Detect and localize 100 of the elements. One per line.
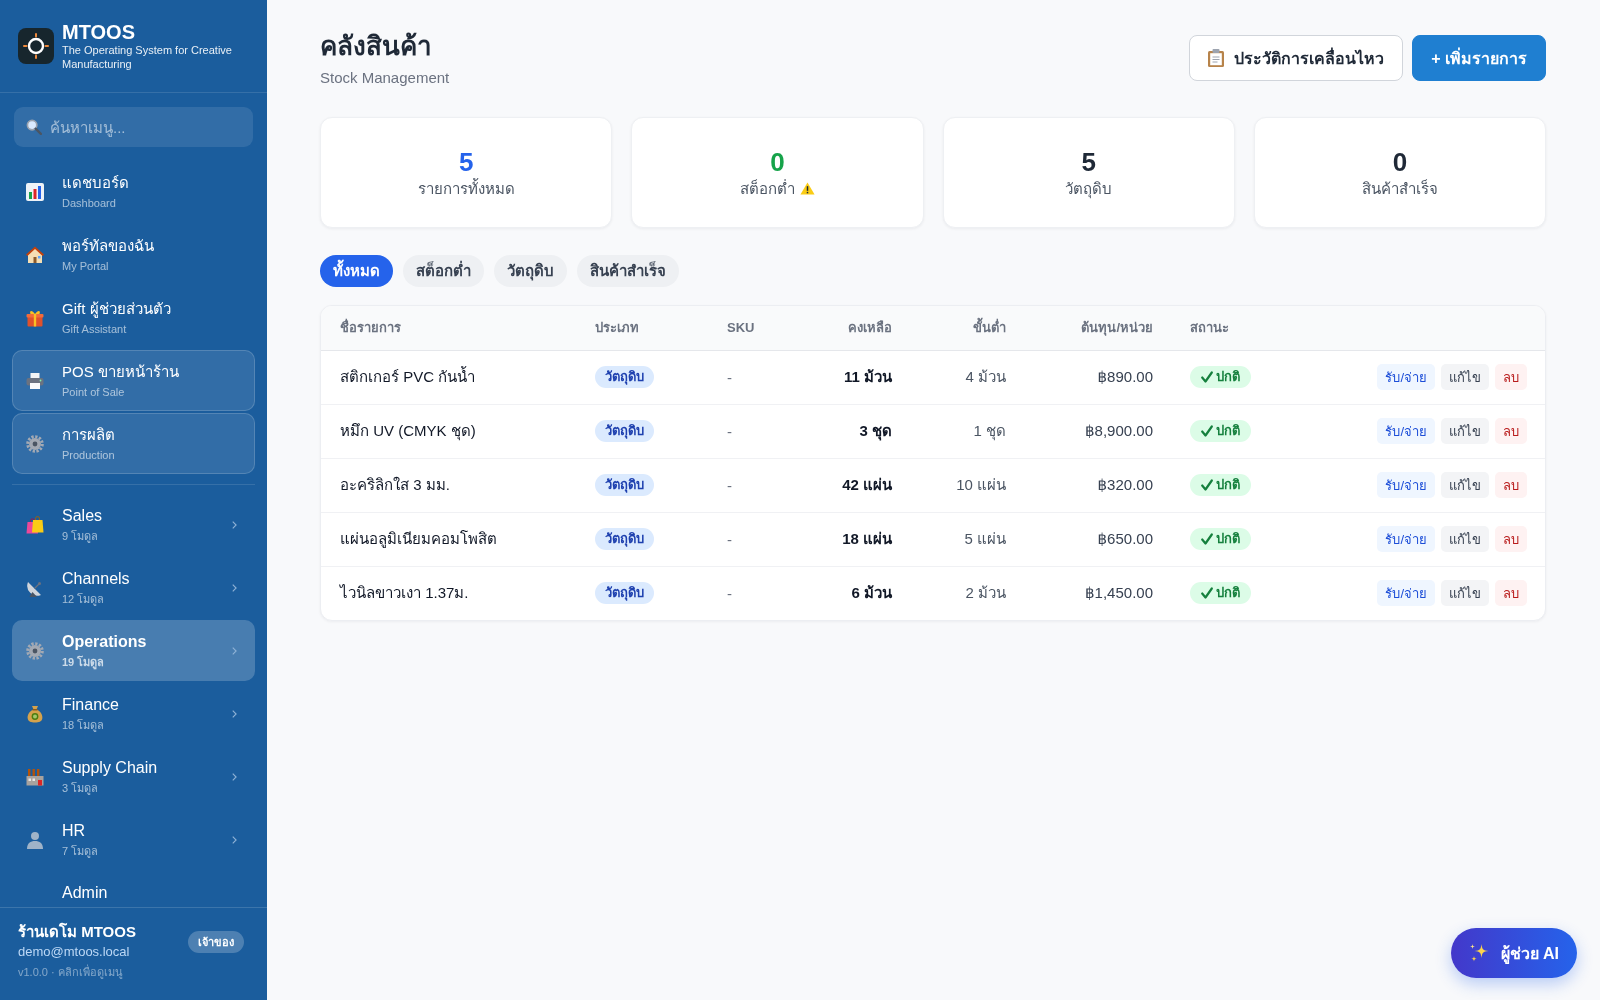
table-cell: 11 ม้วน: [813, 350, 906, 404]
edit-button[interactable]: แก้ไข: [1441, 526, 1489, 552]
nav-item[interactable]: Gift ผู้ช่วยส่วนตัว Gift Assistant: [12, 287, 255, 348]
nav-item[interactable]: การผลิต Production: [12, 413, 255, 474]
check-icon: [1201, 533, 1213, 545]
column-header: ประเภท: [581, 306, 713, 350]
version-text: v1.0.0 · คลิกเพื่อดูเมนู: [18, 965, 124, 980]
chevron-right-icon: [232, 520, 237, 529]
stock-move-button[interactable]: รับ/จ่าย: [1377, 580, 1435, 607]
history-button[interactable]: ประวัติการเคลื่อนไหว: [1189, 35, 1404, 81]
clipboard-icon: [1208, 49, 1225, 67]
column-header: ชื่อรายการ: [321, 306, 581, 350]
delete-button[interactable]: ลบ: [1495, 418, 1527, 444]
gear-icon: [26, 641, 44, 660]
stock-move-button[interactable]: รับ/จ่าย: [1377, 472, 1435, 498]
role-badge: เจ้าของ: [188, 931, 244, 953]
table-cell: 42 แผ่น: [813, 458, 906, 512]
delete-button[interactable]: ลบ: [1495, 472, 1527, 498]
nav-item[interactable]: Supply Chain 3 โมดูล: [12, 746, 255, 807]
logo-icon: [18, 28, 54, 64]
shopping-bags-icon: [26, 515, 44, 534]
stat-label: วัตถุดิบ: [1065, 178, 1113, 199]
category-tag: วัตถุดิบ: [595, 582, 654, 605]
stat-value: 0: [770, 146, 785, 177]
status-text: ปกติ: [1216, 368, 1240, 386]
nav-item[interactable]: POS ขายหน้าร้าน Point of Sale: [12, 350, 255, 411]
table-cell: ฿8,900.00: [1020, 404, 1167, 458]
ai-assistant-button[interactable]: ผู้ช่วย AI: [1450, 928, 1577, 978]
status-text: ปกติ: [1216, 530, 1240, 548]
column-header: ขั้นต่ำ: [906, 306, 1020, 350]
status-text: ปกติ: [1216, 476, 1240, 494]
nav-item[interactable]: HR 7 โมดูล: [12, 809, 255, 870]
chevron-right-icon: [232, 835, 237, 844]
table-cell: -: [713, 404, 813, 458]
edit-button[interactable]: แก้ไข: [1441, 580, 1489, 607]
delete-button[interactable]: ลบ: [1495, 580, 1527, 607]
house-icon: [26, 245, 44, 264]
gift-icon: [26, 308, 44, 327]
nav-item[interactable]: Operations 19 โมดูล: [12, 620, 255, 681]
status-text: ปกติ: [1216, 584, 1240, 603]
column-header: SKU: [713, 306, 813, 350]
nav-item[interactable]: Sales 9 โมดูล: [12, 494, 255, 555]
printer-icon: [26, 371, 44, 390]
table-cell: -: [713, 512, 813, 566]
table-cell: -: [713, 566, 813, 620]
table-cell: 3 ชุด: [813, 404, 906, 458]
edit-button[interactable]: แก้ไข: [1441, 364, 1489, 390]
stat-label: รายการทั้งหมด: [417, 178, 515, 199]
table-cell: 10 แผ่น: [906, 458, 1020, 512]
gear-icon: [26, 434, 44, 453]
user-name: ร้านเดโม MTOOS: [18, 922, 136, 942]
nav-item[interactable]: Channels 12 โมดูล: [12, 557, 255, 618]
stock-move-button[interactable]: รับ/จ่าย: [1377, 418, 1435, 444]
table-cell: 4 ม้วน: [906, 350, 1020, 404]
column-header: คงเหลือ: [813, 306, 906, 350]
table-cell: ฿320.00: [1020, 458, 1167, 512]
table-cell: ฿890.00: [1020, 350, 1167, 404]
stat-label: สต็อกต่ำ: [739, 178, 795, 199]
nav-item[interactable]: แดชบอร์ด Dashboard: [12, 161, 255, 222]
delete-button[interactable]: ลบ: [1495, 526, 1527, 552]
status-text: ปกติ: [1216, 422, 1240, 440]
table-cell: 5 แผ่น: [906, 512, 1020, 566]
nav-item[interactable]: พอร์ทัลของฉัน My Portal: [12, 224, 255, 285]
table-cell: 6 ม้วน: [813, 566, 906, 620]
bar-chart-icon: [26, 182, 44, 201]
table-cell: สติกเกอร์ PVC กันน้ำ: [321, 350, 581, 404]
stat-value: 5: [458, 146, 474, 177]
category-tag: วัตถุดิบ: [595, 420, 654, 442]
filter-tab[interactable]: สต็อกต่ำ: [403, 255, 484, 287]
category-tag: วัตถุดิบ: [595, 528, 654, 550]
chevron-right-icon: [232, 646, 237, 655]
filter-tab[interactable]: ทั้งหมด: [320, 255, 393, 287]
nav-item[interactable]: Admin: [12, 872, 255, 907]
check-icon: [1201, 587, 1213, 600]
filter-tab[interactable]: วัตถุดิบ: [494, 255, 567, 287]
nav-item[interactable]: Finance 18 โมดูล: [12, 683, 255, 744]
stat-label: สินค้าสำเร็จ: [1361, 178, 1438, 199]
filter-tab[interactable]: สินค้าสำเร็จ: [577, 255, 679, 287]
check-icon: [1201, 425, 1213, 437]
check-icon: [1201, 371, 1213, 383]
stock-move-button[interactable]: รับ/จ่าย: [1377, 364, 1435, 390]
category-tag: วัตถุดิบ: [595, 366, 654, 388]
page-title: คลังสินค้า: [320, 30, 432, 62]
sparkle-icon: [1468, 943, 1489, 963]
delete-button[interactable]: ลบ: [1495, 364, 1527, 390]
edit-button[interactable]: แก้ไข: [1441, 418, 1489, 444]
table-cell: หมึก UV (CMYK ชุด): [321, 404, 581, 458]
stock-move-button[interactable]: รับ/จ่าย: [1377, 526, 1435, 552]
column-header: ต้นทุน/หน่วย: [1020, 306, 1167, 350]
stat-value: 5: [1081, 146, 1096, 177]
table-cell: 1 ชุด: [906, 404, 1020, 458]
edit-button[interactable]: แก้ไข: [1441, 472, 1489, 498]
stat-value: 0: [1392, 146, 1408, 177]
table-cell: ไวนิลขาวเงา 1.37ม.: [321, 566, 581, 620]
app-tagline: The Operating System for Creative Manufacturing: [62, 43, 233, 71]
page-subtitle: Stock Management: [320, 68, 450, 88]
add-item-button[interactable]: + เพิ่มรายการ: [1412, 35, 1546, 81]
chevron-right-icon: [232, 772, 237, 781]
chevron-right-icon: [232, 709, 237, 718]
factory-icon: [26, 767, 44, 786]
